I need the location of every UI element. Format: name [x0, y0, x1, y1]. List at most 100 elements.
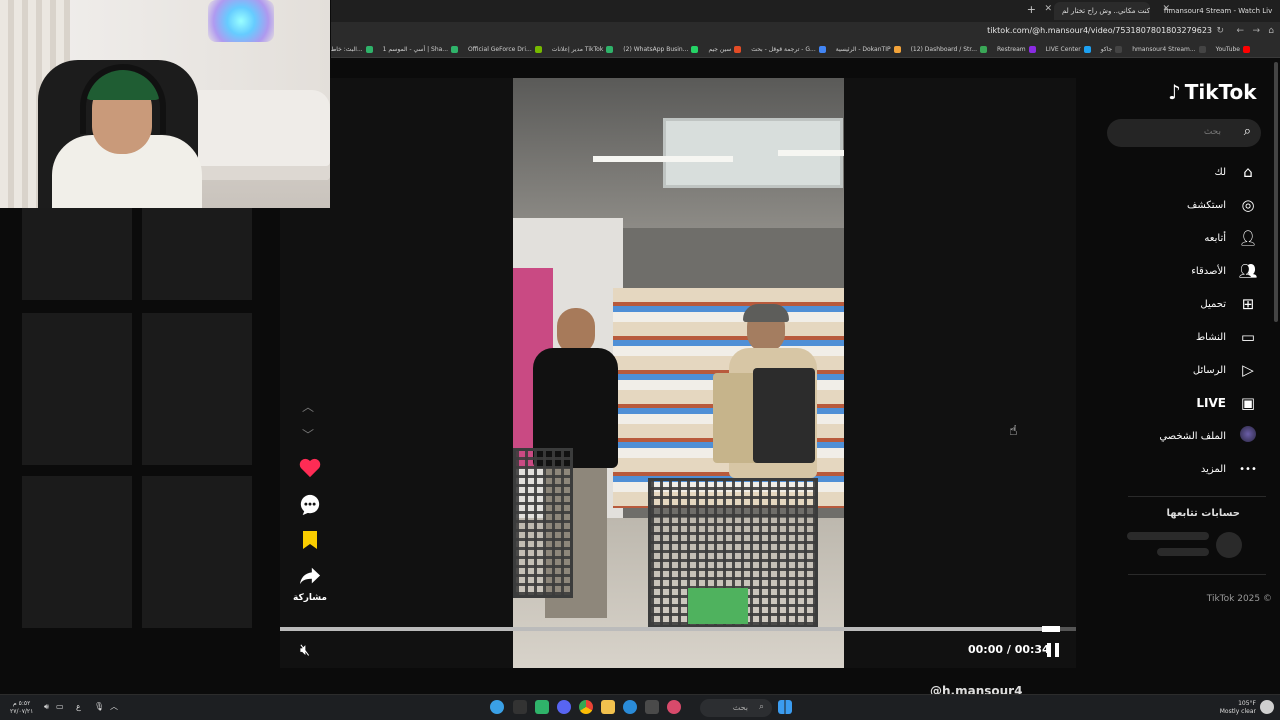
volume-icon[interactable]: 🔊︎	[44, 703, 49, 711]
tray-expand-icon[interactable]: ︿	[110, 703, 118, 711]
task-view-icon[interactable]	[513, 700, 527, 714]
chrome-icon[interactable]	[579, 700, 593, 714]
sidebar-item-profile-avatar[interactable]: الملف الشخصي	[1159, 424, 1258, 448]
video-player[interactable]	[280, 78, 1076, 668]
bookmark-item[interactable]: (12) Dashboard / Str...	[911, 46, 987, 53]
following-accounts-title: حسابات تتابعها	[1166, 508, 1240, 519]
next-video-icon[interactable]: ﹀	[302, 426, 314, 443]
weather-widget[interactable]: 105°F Mostly clear	[1220, 700, 1256, 716]
edge-icon[interactable]	[623, 700, 637, 714]
tiktok-logo[interactable]: ♪ TikTok	[1168, 80, 1257, 104]
bookmark-item[interactable]: ترجمة قوقل - بحث - G...	[751, 46, 826, 53]
pause-icon[interactable]	[1046, 643, 1060, 657]
copilot-icon[interactable]	[490, 700, 504, 714]
bookmark-item[interactable]: Official GeForce Dri...	[468, 46, 542, 53]
bookmark-item[interactable]: YouTube	[1216, 46, 1250, 53]
bookmark-item[interactable]: مدير إعلانات TikTok	[552, 46, 614, 53]
weather-icon	[1260, 700, 1274, 714]
mute-toggle-icon[interactable]: 🔇︎	[300, 640, 310, 660]
video-cart-tag	[688, 588, 748, 624]
reload-icon[interactable]: ↻	[1216, 26, 1224, 36]
video-thumbnail[interactable]	[22, 208, 132, 300]
back-icon[interactable]: ←	[1236, 26, 1244, 36]
bookmark-favicon-icon	[818, 46, 826, 53]
loading-skeleton-avatar	[1216, 532, 1242, 558]
comment-button[interactable]	[296, 494, 324, 520]
video-thumbnail[interactable]	[142, 208, 252, 300]
system-clock[interactable]: ٥:٥٢ م ٢٧/٠٧/٢١	[10, 700, 33, 716]
bookmark-label: ترجمة قوقل - بحث - G...	[751, 46, 816, 53]
bookmark-favicon-icon	[451, 46, 459, 53]
bookmark-button[interactable]	[296, 530, 324, 554]
sidebar-item-user-follow[interactable]: أتابعه 👤︎	[1204, 226, 1258, 250]
video-progress-thumb[interactable]	[1042, 626, 1061, 632]
like-button[interactable]	[296, 458, 324, 482]
bookmark-favicon-icon	[1028, 46, 1036, 53]
video-thumbnail[interactable]	[142, 313, 252, 465]
tab-close-icon[interactable]: ✕	[1162, 4, 1170, 14]
logo-text: TikTok	[1184, 80, 1257, 104]
bookmark-label: سين جيم	[708, 46, 732, 53]
bookmark-item[interactable]: LIVE Center	[1046, 46, 1091, 53]
tab-hmansour4-stream[interactable]: hmansour4 Stream - Watch Liv	[1156, 2, 1274, 20]
share-button[interactable]	[296, 566, 324, 590]
sidebar-item-activity[interactable]: النشاط ▭	[1196, 325, 1258, 349]
forward-icon[interactable]: →	[1252, 26, 1260, 36]
bookmark-item[interactable]: أسي - الموسم 1 | Sha...	[383, 46, 459, 53]
search-input[interactable]: بحث ⌕	[1107, 119, 1261, 147]
video-thumbnail[interactable]	[22, 476, 132, 628]
video-scene-light	[778, 150, 844, 156]
bookmark-item[interactable]: الرئيسية - DokanTIP	[836, 46, 901, 53]
video-cart-left	[513, 448, 573, 598]
bookmark-item[interactable]: (2) WhatsApp Busin...	[623, 46, 699, 53]
page-scrollbar[interactable]	[1274, 62, 1278, 322]
tab-close-icon[interactable]: ✕	[1044, 4, 1052, 14]
video-frame[interactable]	[513, 78, 844, 668]
file-explorer-icon[interactable]	[601, 700, 615, 714]
bookmark-item[interactable]: البث: خاطف من نوع آ...	[331, 46, 373, 53]
sidebar-item-live[interactable]: LIVE ▣	[1196, 391, 1258, 415]
sidebar-item-label: الأصدقاء	[1191, 265, 1226, 277]
tab-tiktok-video[interactable]: لو كنت مكاني.. وش راح تختار لم	[1054, 2, 1150, 20]
search-icon[interactable]: ⌕	[1244, 124, 1251, 139]
previous-video-icon[interactable]: ︿	[302, 398, 314, 415]
url-text[interactable]: tiktok.com/@h.mansour4/video/75318078018…	[987, 26, 1212, 35]
tiktok-note-icon: ♪	[1168, 80, 1181, 104]
sidebar-item-label: النشاط	[1195, 331, 1226, 343]
bookmark-item[interactable]: سين جيم	[708, 46, 742, 53]
sidebar-item-upload[interactable]: تحميل ⊞	[1200, 292, 1258, 316]
app-icon[interactable]	[645, 700, 659, 714]
bookmark-favicon-icon	[365, 46, 373, 53]
bookmark-item[interactable]: hmansour4 Stream...	[1132, 46, 1206, 53]
weather-temp: 105°F	[1238, 700, 1256, 707]
bookmark-icon	[303, 531, 317, 549]
microphone-icon[interactable]: 🎙︎	[94, 703, 104, 711]
input-language[interactable]: ع	[76, 703, 81, 711]
video-progress-bar[interactable]	[280, 626, 1076, 632]
sidebar-item-home[interactable]: لك ⌂	[1215, 160, 1258, 184]
address-bar[interactable]: tiktok.com/@h.mansour4/video/75318078018…	[331, 22, 1280, 42]
video-thumbnail[interactable]	[22, 313, 132, 465]
home-icon[interactable]: ⌂	[1268, 26, 1274, 36]
webcam-overlay	[0, 0, 330, 208]
discord-icon[interactable]	[557, 700, 571, 714]
sidebar-item-more[interactable]: المزيد •••	[1201, 457, 1258, 481]
sidebar-item-friends[interactable]: الأصدقاء 👥︎	[1191, 259, 1258, 283]
network-icon[interactable]: ▭	[56, 703, 64, 711]
bookmark-favicon-icon	[980, 46, 987, 53]
compass-icon: ◎	[1241, 196, 1255, 214]
video-thumbnail[interactable]	[142, 476, 252, 628]
bookmark-item[interactable]: Restream	[997, 46, 1036, 53]
sidebar-item-compass[interactable]: استكشف ◎	[1187, 193, 1258, 217]
sidebar-item-messages[interactable]: الرسائل ▷	[1193, 358, 1258, 382]
bookmark-favicon-icon	[1083, 46, 1091, 53]
app-icon[interactable]	[667, 700, 681, 714]
heart-icon	[299, 458, 321, 478]
bookmark-item[interactable]: جاكو	[1101, 46, 1123, 53]
app-icon[interactable]	[535, 700, 549, 714]
search-placeholder: بحث	[1203, 127, 1221, 137]
taskbar-search[interactable]: بحث ⌕	[700, 699, 772, 717]
bookmark-label: YouTube	[1215, 46, 1240, 53]
new-tab-icon[interactable]: +	[1027, 3, 1036, 16]
windows-start-icon[interactable]	[778, 700, 792, 714]
